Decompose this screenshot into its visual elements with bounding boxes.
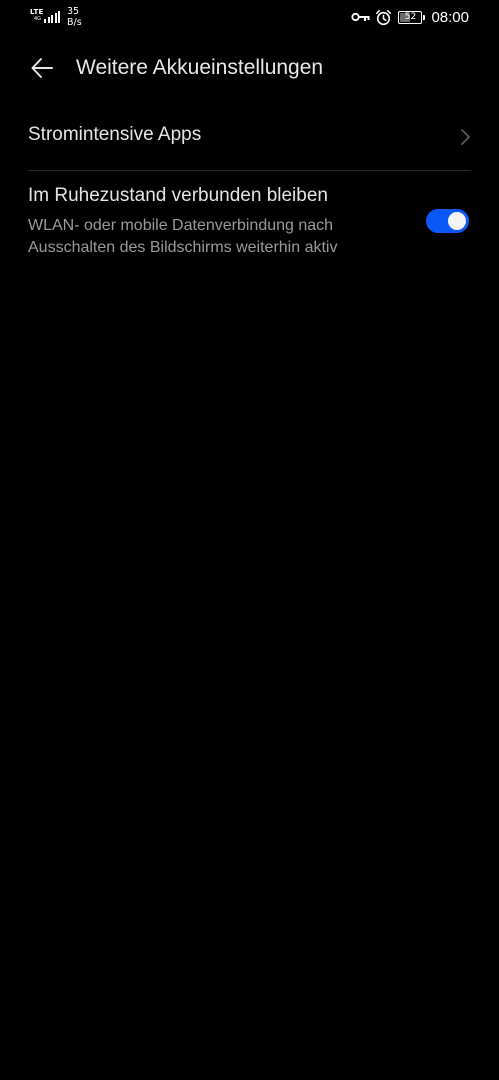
battery-level: 52 xyxy=(404,11,417,22)
stay-connected-description: WLAN- oder mobile Datenverbindung nach A… xyxy=(28,217,338,256)
network-speed-unit: B/s xyxy=(67,17,82,28)
network-type-label: LTE xyxy=(30,8,44,16)
status-bar-right: 52 08:00 xyxy=(351,8,469,26)
alarm-clock-icon xyxy=(376,9,392,25)
key-icon xyxy=(351,12,370,22)
power-intensive-apps-item[interactable]: Stromintensive Apps xyxy=(0,104,499,170)
app-header: Weitere Akkueinstellungen xyxy=(0,44,499,94)
chevron-right-icon xyxy=(461,129,470,145)
signal-bars xyxy=(44,10,60,23)
stay-connected-toggle[interactable] xyxy=(426,209,469,233)
toggle-knob xyxy=(448,212,466,230)
cellular-signal-icon: LTE 4G xyxy=(30,6,60,24)
stay-connected-item: Im Ruhezustand verbunden bleiben WLAN- o… xyxy=(0,172,499,272)
status-time: 08:00 xyxy=(431,8,469,26)
status-bar: LTE 4G 35 B/s 52 08:00 xyxy=(0,0,499,36)
status-bar-left: LTE 4G 35 B/s xyxy=(30,6,82,28)
stay-connected-title: Im Ruhezustand verbunden bleiben xyxy=(28,185,328,206)
battery-nub xyxy=(423,14,426,20)
page-title: Weitere Akkueinstellungen xyxy=(76,56,324,79)
network-sub-label: 4G xyxy=(34,16,42,22)
arrow-left-icon xyxy=(31,58,53,78)
list-divider xyxy=(28,170,471,171)
power-intensive-apps-label: Stromintensive Apps xyxy=(28,124,202,145)
network-speed: 35 B/s xyxy=(67,6,82,28)
network-speed-value: 35 xyxy=(67,6,80,17)
back-button[interactable] xyxy=(26,52,58,84)
battery-icon: 52 xyxy=(398,10,423,24)
